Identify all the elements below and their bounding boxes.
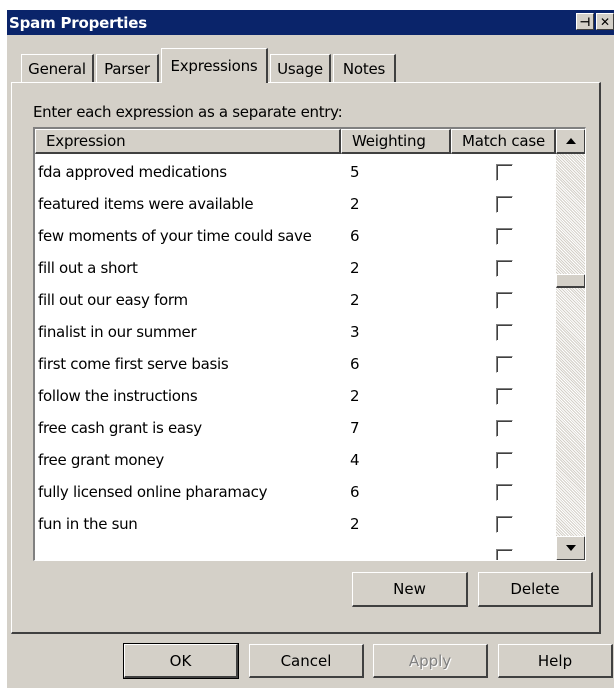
expression-cell: fill out a short: [38, 259, 138, 277]
table-row[interactable]: [35, 540, 556, 560]
table-row[interactable]: finalist in our summer 3: [35, 316, 556, 348]
table-row[interactable]: fda approved medications 5: [35, 156, 556, 188]
match-case-checkbox[interactable]: [496, 516, 513, 533]
weighting-cell: 4: [350, 451, 360, 469]
table-row[interactable]: follow the instructions 2: [35, 380, 556, 412]
weighting-cell: 6: [350, 355, 360, 373]
match-case-checkbox[interactable]: [496, 324, 513, 341]
column-header-expression[interactable]: Expression: [35, 129, 341, 154]
arrow-down-icon: [565, 545, 576, 551]
match-case-checkbox[interactable]: [496, 356, 513, 373]
match-case-checkbox[interactable]: [496, 260, 513, 277]
match-case-checkbox[interactable]: [496, 292, 513, 309]
table-row[interactable]: free cash grant is easy 7: [35, 412, 556, 444]
expression-cell: fill out our easy form: [38, 291, 188, 309]
table-row[interactable]: free grant money 4: [35, 444, 556, 476]
scroll-up-button[interactable]: [556, 129, 585, 154]
column-header-weighting[interactable]: Weighting: [341, 129, 451, 154]
delete-button[interactable]: Delete: [478, 572, 593, 607]
ok-button[interactable]: OK: [123, 643, 239, 679]
list-header: Expression Weighting Match case: [35, 129, 556, 154]
column-header-match-case[interactable]: Match case: [451, 129, 556, 154]
weighting-cell: 3: [350, 323, 360, 341]
window-title: Spam Properties: [9, 13, 147, 32]
weighting-cell: 2: [350, 259, 360, 277]
expression-cell: fully licensed online pharamacy: [38, 483, 268, 501]
expression-cell: free grant money: [38, 451, 164, 469]
apply-button[interactable]: Apply: [373, 644, 488, 678]
expressions-list[interactable]: Expression Weighting Match case fda appr…: [33, 127, 586, 561]
weighting-cell: 7: [350, 419, 360, 437]
scroll-thumb[interactable]: [556, 274, 585, 288]
table-row[interactable]: fun in the sun 2: [35, 508, 556, 540]
match-case-checkbox[interactable]: [496, 388, 513, 405]
expression-cell: few moments of your time could save: [38, 227, 312, 245]
match-case-checkbox[interactable]: [496, 452, 513, 469]
tab-expressions[interactable]: Expressions: [161, 48, 268, 83]
match-case-checkbox[interactable]: [496, 420, 513, 437]
expression-cell: follow the instructions: [38, 387, 198, 405]
help-button[interactable]: Help: [498, 644, 613, 678]
table-row[interactable]: featured items were available 2: [35, 188, 556, 220]
weighting-cell: 2: [350, 515, 360, 533]
match-case-checkbox[interactable]: [496, 484, 513, 501]
vertical-scrollbar[interactable]: [556, 129, 585, 560]
tab-parser[interactable]: Parser: [96, 54, 159, 82]
weighting-cell: 2: [350, 291, 360, 309]
match-case-checkbox[interactable]: [496, 196, 513, 213]
cancel-button[interactable]: Cancel: [249, 644, 364, 678]
match-case-checkbox[interactable]: [496, 228, 513, 245]
weighting-cell: 2: [350, 195, 360, 213]
table-row[interactable]: few moments of your time could save 6: [35, 220, 556, 252]
expression-cell: fun in the sun: [38, 515, 138, 533]
weighting-cell: 6: [350, 483, 360, 501]
tab-usage[interactable]: Usage: [270, 54, 331, 82]
weighting-cell: 6: [350, 227, 360, 245]
match-case-checkbox[interactable]: [496, 164, 513, 181]
table-row[interactable]: fill out our easy form 2: [35, 284, 556, 316]
instructions-label: Enter each expression as a separate entr…: [33, 103, 343, 121]
weighting-cell: 5: [350, 163, 360, 181]
close-icon[interactable]: ✕: [596, 13, 614, 30]
scroll-down-button[interactable]: [556, 536, 585, 560]
pin-icon[interactable]: ⊣: [576, 13, 594, 30]
tab-general[interactable]: General: [21, 54, 94, 82]
tab-notes[interactable]: Notes: [333, 54, 396, 82]
arrow-up-icon: [565, 138, 576, 144]
title-bar[interactable]: Spam Properties ⊣ ✕: [7, 10, 614, 35]
table-row[interactable]: fully licensed online pharamacy 6: [35, 476, 556, 508]
match-case-checkbox[interactable]: [496, 549, 513, 560]
expression-cell: free cash grant is easy: [38, 419, 202, 437]
expression-cell: finalist in our summer: [38, 323, 197, 341]
table-row[interactable]: fill out a short 2: [35, 252, 556, 284]
table-row[interactable]: first come first serve basis 6: [35, 348, 556, 380]
expression-cell: first come first serve basis: [38, 355, 229, 373]
weighting-cell: 2: [350, 387, 360, 405]
expression-cell: fda approved medications: [38, 163, 227, 181]
expression-cell: featured items were available: [38, 195, 254, 213]
apply-button-label: Apply: [408, 651, 452, 670]
new-button[interactable]: New: [352, 572, 468, 607]
